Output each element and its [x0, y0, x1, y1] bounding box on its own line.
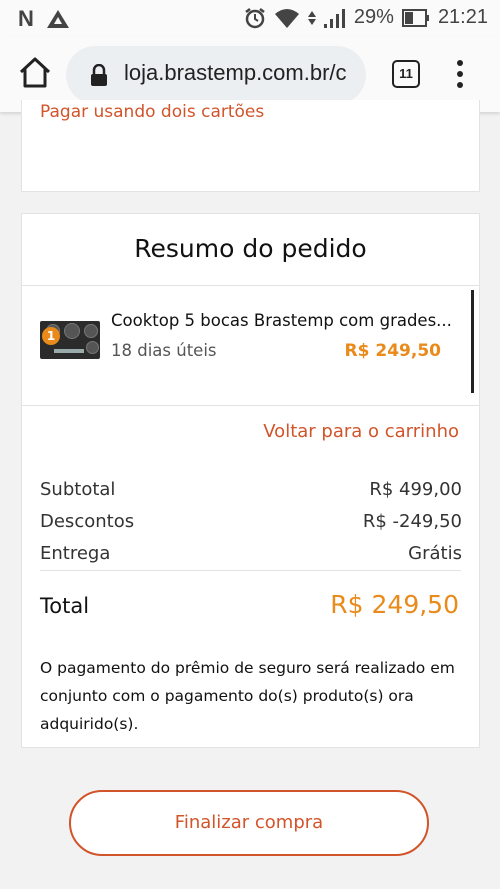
tab-switcher-button[interactable]: 11: [392, 60, 420, 88]
data-arrows-icon: [307, 10, 316, 25]
battery-icon: [401, 8, 429, 27]
divider: [40, 570, 461, 571]
row-value: R$ -249,50: [362, 511, 462, 532]
subtotal-row: Subtotal R$ 499,00: [40, 479, 462, 500]
product-item: 1 Cooktop 5 bocas Brastemp com grades...…: [22, 285, 479, 405]
discount-row: Descontos R$ -249,50: [40, 511, 462, 532]
url-bar[interactable]: loja.brastemp.com.br/c: [66, 46, 366, 104]
summary-title: Resumo do pedido: [134, 234, 367, 263]
status-left: N: [18, 6, 70, 32]
order-summary-card: Resumo do pedido 1 Cooktop 5 bocas Brast…: [21, 213, 480, 748]
scrollbar[interactable]: [471, 290, 474, 393]
row-value: R$ 499,00: [369, 479, 462, 500]
payment-card: Pagar usando dois cartões: [21, 100, 480, 192]
shipping-row: Entrega Grátis: [40, 543, 462, 564]
row-label: Subtotal: [40, 479, 116, 500]
triangle-logo-icon: [46, 10, 69, 28]
insurance-note: O pagamento do prêmio de seguro será rea…: [40, 659, 455, 733]
product-name: Cooktop 5 bocas Brastemp com grades...: [111, 311, 452, 330]
row-value: Grátis: [408, 543, 462, 564]
alarm-clock-icon: [245, 7, 265, 28]
back-to-cart-link[interactable]: Voltar para o carrinho: [263, 421, 459, 442]
two-cards-link[interactable]: Pagar usando dois cartões: [40, 102, 264, 122]
url-text: loja.brastemp.com.br/c: [124, 60, 347, 85]
home-icon[interactable]: [18, 56, 52, 90]
lock-icon: [91, 64, 107, 86]
overflow-menu-icon[interactable]: [452, 58, 468, 90]
total-label: Total: [40, 594, 90, 618]
row-label: Entrega: [40, 543, 111, 564]
product-price: R$ 249,50: [344, 341, 441, 361]
signal-icon: [323, 8, 345, 28]
n-letter-icon: N: [18, 6, 34, 31]
wifi-icon: [274, 8, 299, 28]
delivery-time: 18 dias úteis: [111, 341, 217, 360]
status-bar: N 29% 21:21: [0, 0, 500, 36]
clock-time: 21:21: [437, 6, 488, 28]
row-label: Descontos: [40, 511, 135, 532]
total-value: R$ 249,50: [330, 590, 459, 619]
finalize-purchase-button[interactable]: Finalizar compra: [69, 790, 429, 856]
battery-percent: 29%: [353, 6, 394, 28]
quantity-badge: 1: [42, 327, 60, 345]
status-right: 29% 21:21: [244, 6, 488, 29]
divider: [22, 405, 479, 406]
